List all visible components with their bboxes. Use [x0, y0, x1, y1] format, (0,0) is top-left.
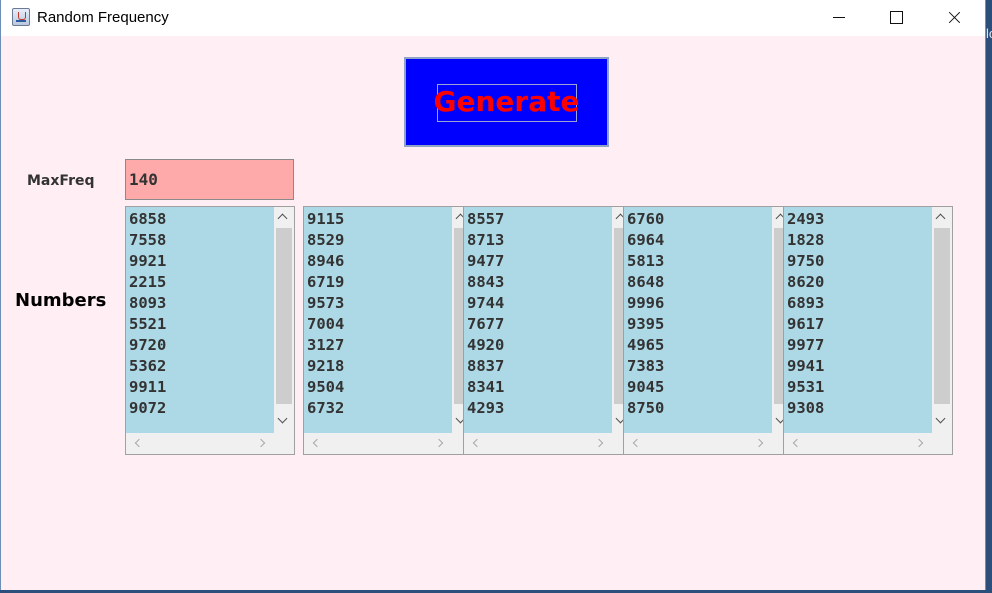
number-line: 6732: [307, 399, 345, 417]
number-line: 8341: [467, 378, 505, 396]
chevron-left-icon[interactable]: [472, 438, 482, 448]
number-line: 6760: [627, 210, 665, 228]
chevron-right-icon[interactable]: [434, 438, 444, 448]
numbers-textarea[interactable]: 9115 8529 8946 6719 9573 7004 3127 9218 9504 6732: [304, 207, 452, 433]
chevron-up-icon[interactable]: [277, 213, 288, 224]
number-line: 9115: [307, 210, 345, 228]
number-line: 9617: [787, 315, 825, 333]
number-line: 7383: [627, 357, 665, 375]
number-line: 8529: [307, 231, 345, 249]
horizontal-scrollbar[interactable]: [126, 433, 294, 454]
number-line: 9911: [129, 378, 167, 396]
number-line: 5813: [627, 252, 665, 270]
vertical-scrollbar[interactable]: [274, 207, 294, 433]
horizontal-scrollbar[interactable]: [464, 433, 632, 454]
number-line: 3127: [307, 336, 345, 354]
number-line: 8093: [129, 294, 167, 312]
number-line: 7677: [467, 315, 505, 333]
numbers-list-2[interactable]: 9115 8529 8946 6719 9573 7004 3127 9218 9504 6732: [303, 206, 473, 455]
number-line: 7004: [307, 315, 345, 333]
content-pane: Generate MaxFreq Numbers 6858 7558 9921 221…: [1, 36, 985, 590]
chevron-down-icon[interactable]: [277, 413, 288, 424]
number-line: 1828: [787, 231, 825, 249]
number-line: 8837: [467, 357, 505, 375]
number-line: 5521: [129, 315, 167, 333]
chevron-up-icon[interactable]: [935, 213, 946, 224]
number-line: 6893: [787, 294, 825, 312]
number-line: 9477: [467, 252, 505, 270]
number-line: 4965: [627, 336, 665, 354]
numbers-list-3[interactable]: 8557 8713 9477 8843 9744 7677 4920 8837 8341 4293: [463, 206, 633, 455]
number-line: 4920: [467, 336, 505, 354]
number-line: 9921: [129, 252, 167, 270]
number-line: 6719: [307, 273, 345, 291]
close-icon[interactable]: [925, 0, 981, 36]
horizontal-scrollbar[interactable]: [304, 433, 472, 454]
chevron-down-icon[interactable]: [935, 413, 946, 424]
number-line: 9573: [307, 294, 345, 312]
java-cup-icon: [12, 8, 30, 26]
number-line: 6858: [129, 210, 167, 228]
number-line: 5362: [129, 357, 167, 375]
scroll-thumb[interactable]: [276, 228, 292, 404]
number-line: 2215: [129, 273, 167, 291]
number-line: 9996: [627, 294, 665, 312]
generate-button-label: Generate: [433, 85, 580, 118]
chevron-left-icon[interactable]: [312, 438, 322, 448]
scroll-thumb[interactable]: [934, 228, 950, 404]
chevron-left-icon[interactable]: [134, 438, 144, 448]
numbers-textarea[interactable]: 6760 6964 5813 8648 9996 9395 4965 7383 9045 8750: [624, 207, 772, 433]
number-line: 9977: [787, 336, 825, 354]
maxfreq-input[interactable]: [125, 159, 294, 200]
number-line: 9504: [307, 378, 345, 396]
number-line: 9720: [129, 336, 167, 354]
maxfreq-label: MaxFreq: [27, 173, 95, 189]
numbers-list-1[interactable]: 6858 7558 9921 2215 8093 5521 9720 5362 9911 9072: [125, 206, 295, 455]
chevron-right-icon[interactable]: [754, 438, 764, 448]
number-line: 9045: [627, 378, 665, 396]
number-line: 7558: [129, 231, 167, 249]
number-line: 9531: [787, 378, 825, 396]
number-line: 9308: [787, 399, 825, 417]
number-line: 8750: [627, 399, 665, 417]
chevron-right-icon[interactable]: [594, 438, 604, 448]
generate-button[interactable]: Generate: [404, 57, 609, 147]
horizontal-scrollbar[interactable]: [784, 433, 952, 454]
numbers-textarea[interactable]: 8557 8713 9477 8843 9744 7677 4920 8837 8341 4293: [464, 207, 612, 433]
chevron-left-icon[interactable]: [632, 438, 642, 448]
maximize-icon[interactable]: [868, 0, 924, 36]
numbers-list-4[interactable]: 6760 6964 5813 8648 9996 9395 4965 7383 9045 8750: [623, 206, 793, 455]
vertical-scrollbar[interactable]: [932, 207, 952, 433]
numbers-label: Numbers: [15, 290, 107, 311]
number-line: 8620: [787, 273, 825, 291]
number-line: 4293: [467, 399, 505, 417]
title-bar[interactable]: Random Frequency: [1, 0, 985, 36]
app-window: Random Frequency Generate MaxFreq Number…: [0, 0, 986, 593]
numbers-textarea[interactable]: 2493 1828 9750 8620 6893 9617 9977 9941 9531 9308: [784, 207, 932, 433]
number-line: 9941: [787, 357, 825, 375]
number-line: 8946: [307, 252, 345, 270]
window-title: Random Frequency: [37, 9, 169, 26]
number-line: 9218: [307, 357, 345, 375]
numbers-list-5[interactable]: 2493 1828 9750 8620 6893 9617 9977 9941 9531 9308: [783, 206, 953, 455]
chevron-left-icon[interactable]: [792, 438, 802, 448]
numbers-textarea[interactable]: 6858 7558 9921 2215 8093 5521 9720 5362 9911 9072: [126, 207, 274, 433]
chevron-right-icon[interactable]: [256, 438, 266, 448]
number-line: 9750: [787, 252, 825, 270]
chevron-right-icon[interactable]: [914, 438, 924, 448]
number-line: 9744: [467, 294, 505, 312]
number-line: 9395: [627, 315, 665, 333]
number-line: 6964: [627, 231, 665, 249]
number-line: 8648: [627, 273, 665, 291]
horizontal-scrollbar[interactable]: [624, 433, 792, 454]
number-line: 8557: [467, 210, 505, 228]
background-window-text: lo: [986, 26, 992, 41]
number-line: 8713: [467, 231, 505, 249]
number-line: 9072: [129, 399, 167, 417]
number-line: 8843: [467, 273, 505, 291]
minimize-icon[interactable]: [811, 0, 867, 36]
number-line: 2493: [787, 210, 825, 228]
